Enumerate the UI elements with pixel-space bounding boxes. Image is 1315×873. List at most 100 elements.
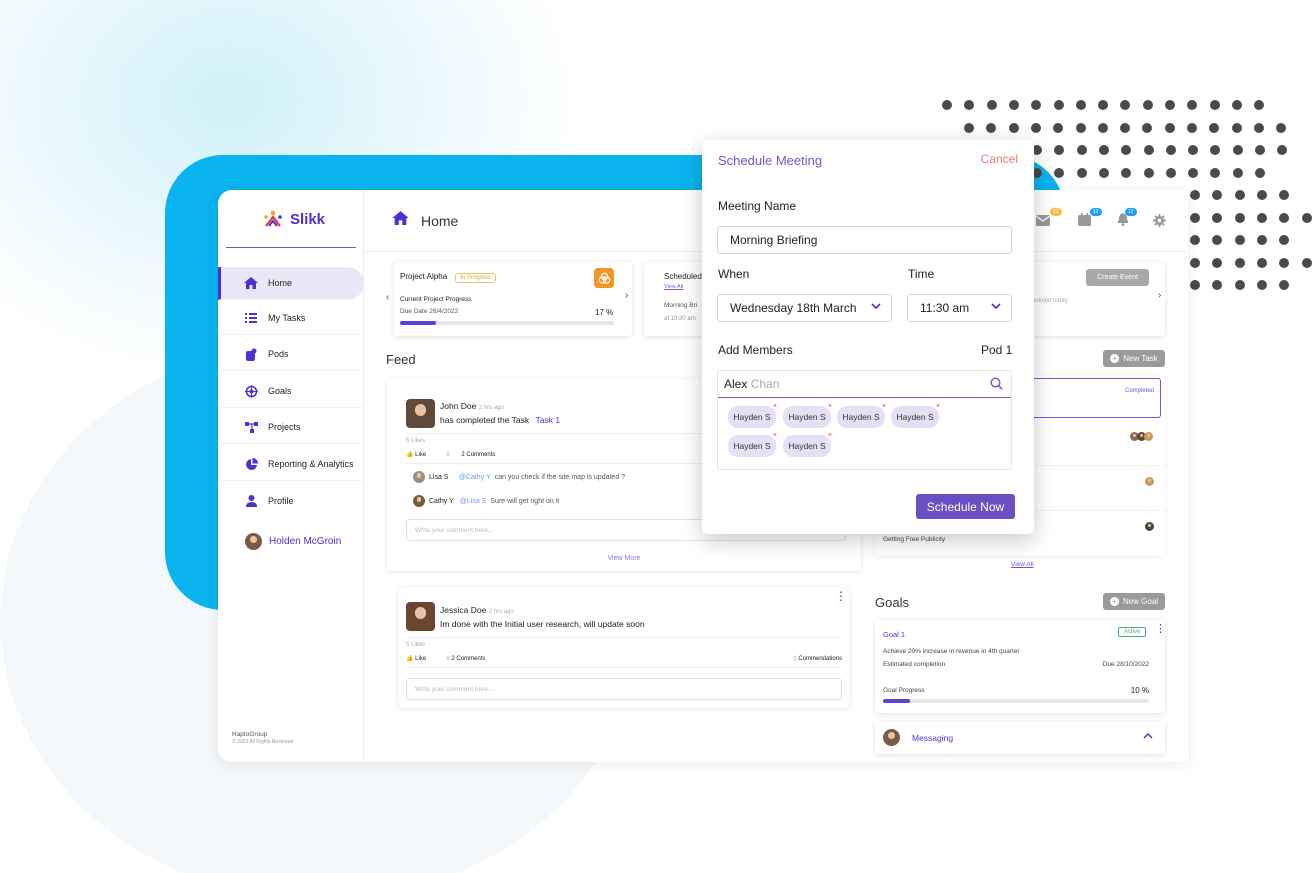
decorative-dot [1209,100,1220,110]
member-chip-label: Hayden S [842,412,880,422]
close-icon[interactable]: × [828,403,832,410]
like-button[interactable]: 👍 Like [406,451,426,458]
plus-circle-icon: + [1110,354,1120,363]
new-goal-button[interactable]: + New Goal [1103,593,1165,610]
member-chip[interactable]: Hayden S × [891,403,940,428]
chevron-right-icon[interactable]: › [625,290,628,301]
post-author-row: John Doe 2 hrs ago [440,401,504,411]
avatar [245,533,262,550]
decorative-dot [1165,100,1175,110]
decorative-dot [1190,212,1200,223]
mail-badge: 12 [1050,208,1062,216]
add-members-label: Add Members [718,343,793,357]
date-select[interactable]: Wednesday 18th March [717,294,892,322]
decorative-dot [964,100,975,110]
comment-mention[interactable]: @Cathy Y [459,474,491,481]
member-chip[interactable]: Hayden S × [728,403,777,428]
close-icon[interactable]: × [828,432,832,439]
task-link[interactable]: Task 1 [536,415,561,425]
sidebar-item-my-tasks[interactable]: My Tasks [218,302,364,335]
meeting-name-input[interactable]: Morning Briefing [717,226,1012,254]
decorative-dot [1212,212,1223,223]
new-task-button[interactable]: + New Task [1103,350,1165,367]
mail-icon[interactable] [1035,214,1051,229]
user-icon [240,494,262,507]
member-search-input[interactable]: Alex Chan [718,371,1011,398]
decorative-dot [1054,167,1065,178]
decorative-dot [1120,100,1131,110]
chevron-left-icon[interactable]: ‹ [386,292,389,303]
decorative-dot [1142,122,1153,133]
commendations-button[interactable]: ▯ Commendations [793,655,842,662]
sidebar-item-profile[interactable]: Profile [218,484,364,517]
schedule-now-button[interactable]: Schedule Now [916,494,1015,519]
sidebar-item-projects[interactable]: Projects [218,411,364,444]
sidebar-item-pods[interactable]: Pods [218,338,364,371]
member-chip[interactable]: Hayden S × [783,432,832,457]
status-badge: Active [1118,627,1147,637]
close-icon[interactable]: × [773,432,777,439]
likes-count: 5 Likes [406,642,426,648]
chevron-right-icon[interactable]: › [1158,290,1161,301]
comments-button[interactable]: ≡ 2 Comments [446,452,495,458]
member-chip[interactable]: Hayden S × [783,403,832,428]
close-icon[interactable]: × [773,403,777,410]
member-chip[interactable]: Hayden S × [837,403,886,428]
calendar-icon[interactable] [1078,213,1091,229]
decorative-dot [1053,100,1064,110]
project-card[interactable]: Project Alpha In Progress Current Projec… [394,262,632,336]
decorative-dot [1030,122,1041,133]
sidebar-item-reporting[interactable]: Reporting & Analytics [218,448,364,481]
goal-percent: 10 % [1130,686,1149,695]
messaging-bar[interactable]: Messaging [875,721,1165,754]
search-icon[interactable] [990,377,1003,393]
sidebar-item-goals[interactable]: Goals [218,375,364,408]
comments-button[interactable]: ≡ 2 Comments [446,656,485,662]
scheduled-view-all-link[interactable]: View All [664,284,683,290]
project-name-row: Project Alpha In Progress [400,272,497,283]
comment-icon: ≡ [446,655,450,662]
current-user[interactable]: Holden McGroin [245,533,341,550]
goal-due-date: Due 28/10/2022 [1102,661,1149,668]
cancel-button[interactable]: Cancel [981,152,1018,166]
comment-text: Sure will get right on it [490,497,560,505]
decorative-dot [1188,167,1199,178]
avatar [413,471,425,483]
post-text-row: has completed the Task Task 1 [440,415,560,425]
comment-input[interactable]: Write your comment here... [406,678,842,700]
comment-mention[interactable]: @Lisa S [460,498,487,505]
app-logo[interactable]: Slikk [262,210,325,228]
time-select[interactable]: 11:30 am [907,294,1012,322]
new-goal-label: New Goal [1122,597,1159,606]
decorative-dot [1256,190,1267,200]
decorative-dot [1121,167,1132,178]
decorative-dot [1255,145,1265,155]
close-icon[interactable]: × [936,403,940,410]
decorative-dot [1234,257,1245,268]
comments-count: 2 Comments [451,655,486,662]
award-icon: ▯ [793,656,797,662]
create-event-button[interactable]: Create Event [1086,269,1149,286]
sidebar: Slikk Home My Tasks Pods Goals Projects … [218,190,364,762]
like-label: Like [415,656,427,662]
project-progress-fill [400,321,437,325]
decorative-dot [1210,145,1221,155]
view-more-link[interactable]: View More [387,555,861,562]
bell-badge: 12 [1125,208,1137,216]
tasks-view-all-link[interactable]: View All [1011,561,1034,568]
gear-icon[interactable] [1153,214,1166,230]
decorative-dot [1231,122,1242,133]
member-chip[interactable]: Hayden S × [728,432,777,457]
comment-row: Lisa S · @Cathy Y can you check if the s… [413,471,625,483]
close-icon[interactable]: × [882,403,886,410]
goal-card[interactable]: Goal 1 Active ⋮ Achieve 20% increase in … [875,620,1166,713]
more-options-icon[interactable]: ⋮ [1155,624,1166,635]
chevron-up-icon[interactable] [1143,730,1153,742]
decorative-dot [1165,167,1176,178]
more-options-icon[interactable]: ⋮ [835,590,847,602]
post-time: 2 hrs ago [488,609,514,615]
pod-label: Pod 1 [981,343,1013,357]
decorative-dot [1279,212,1290,223]
sidebar-item-home[interactable]: Home [218,267,364,300]
like-button[interactable]: 👍 Like [406,655,426,662]
